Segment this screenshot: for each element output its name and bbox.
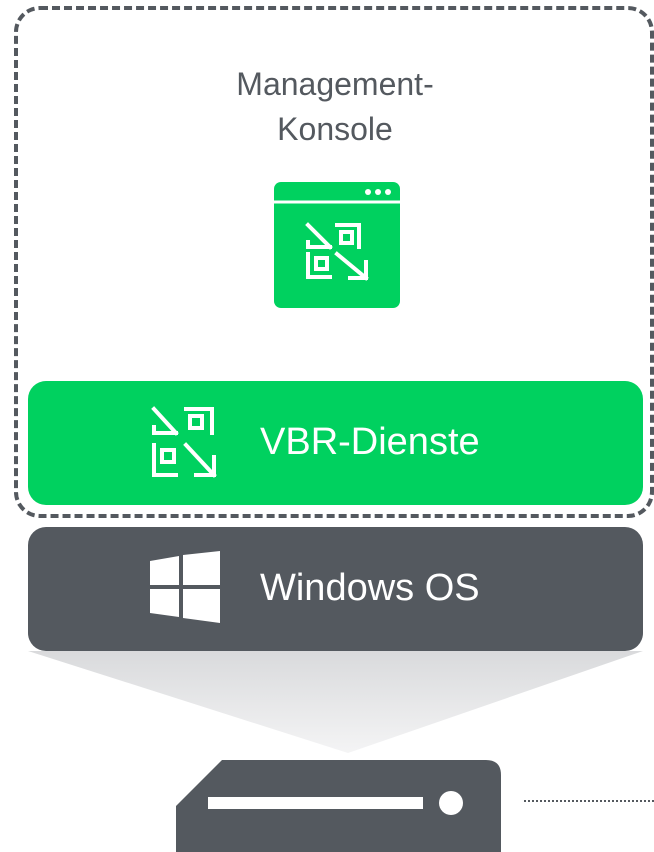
windows-os-label: Windows OS [260,567,480,609]
vbr-services-bar: VBR-Dienste [28,381,643,505]
projection-shape [28,651,643,753]
server-icon [176,760,501,852]
vbr-services-label: VBR-Dienste [260,421,480,463]
network-connector-line [524,800,654,802]
console-title-line-2: Konsole [277,111,393,147]
veeam-console-window-icon [274,182,400,308]
console-title-line-1: Management- [236,66,434,102]
management-console-title: Management- Konsole [150,62,520,152]
windows-logo-icon [150,551,220,623]
veeam-vbr-icon [151,406,217,478]
windows-os-bar: Windows OS [28,527,643,651]
